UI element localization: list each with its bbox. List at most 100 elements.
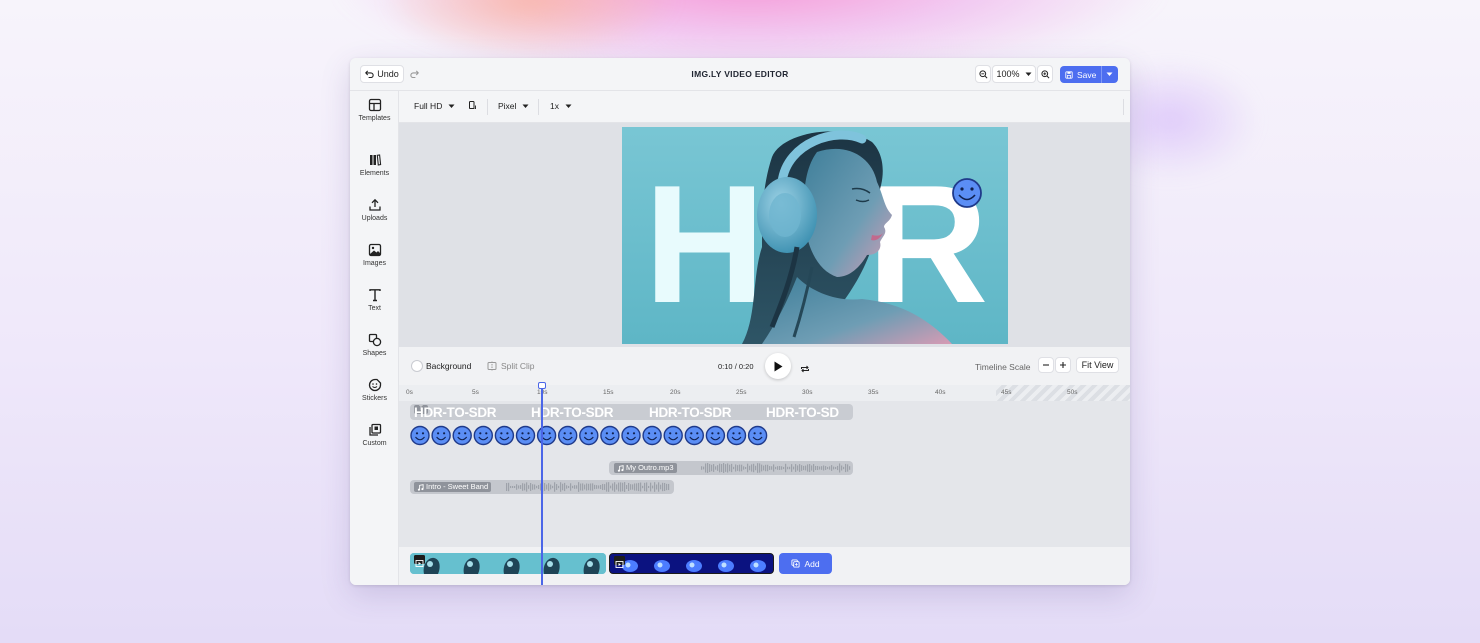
- ruler-tick: 25s: [736, 389, 747, 396]
- shapes-icon: [368, 333, 381, 347]
- sidebar-item-stickers[interactable]: Stickers: [350, 378, 399, 418]
- video-clip-hdr[interactable]: [410, 553, 606, 574]
- audio-waveform: [701, 463, 851, 473]
- add-clip-button[interactable]: Add: [779, 553, 832, 574]
- sidebar: Templates Elements Uploads Images Text S…: [350, 91, 399, 585]
- video-icon: [415, 560, 424, 567]
- zoom-out-icon: [978, 69, 987, 78]
- text-track-label: HDR-TO-SDR: [649, 405, 732, 420]
- orientation-button[interactable]: [468, 100, 478, 110]
- upload-icon: [368, 198, 381, 211]
- ruler-tick: 30s: [802, 389, 813, 396]
- sidebar-item-label: Custom: [362, 440, 387, 447]
- zoom-value: 100%: [996, 69, 1020, 79]
- sticker-track[interactable]: [410, 425, 770, 446]
- timeline-zoom-in-button[interactable]: [1055, 357, 1071, 373]
- sticker-clip: [684, 425, 704, 446]
- sidebar-item-label: Templates: [358, 115, 391, 122]
- audio-track-chip: My Outro.mp3: [614, 463, 677, 473]
- sticker-clip: [557, 425, 578, 446]
- play-icon: [774, 361, 783, 371]
- chevron-down-icon[interactable]: [1106, 72, 1113, 77]
- loop-icon: [801, 365, 809, 373]
- unit-select[interactable]: Pixel: [498, 101, 529, 111]
- video-clip-neon[interactable]: [609, 553, 774, 574]
- video-clip-badge: [614, 556, 625, 568]
- text-icon: [368, 289, 381, 302]
- sidebar-item-uploads[interactable]: Uploads: [350, 198, 399, 238]
- ruler-tick: 45s: [1001, 389, 1012, 396]
- video-editor-window: Undo IMG.LY VIDEO EDITOR 100% Save Templ…: [350, 58, 1130, 585]
- sticker-clip: [452, 425, 472, 446]
- ruler-tick: 20s: [670, 389, 681, 396]
- background-toggle[interactable]: Background: [411, 360, 471, 372]
- add-clip-icon: [791, 559, 800, 568]
- sidebar-item-templates[interactable]: Templates: [350, 98, 399, 138]
- background-color-swatch[interactable]: [411, 360, 423, 372]
- sticker-clip: [515, 425, 536, 446]
- audio-track-chip: Intro - Sweet Band: [414, 482, 492, 492]
- music-note-icon: [417, 483, 424, 491]
- audio-track[interactable]: My Outro.mp3: [609, 461, 853, 475]
- sidebar-item-label: Text: [368, 305, 381, 312]
- sidebar-item-images[interactable]: Images: [350, 243, 399, 283]
- format-select[interactable]: Full HD: [414, 101, 455, 111]
- sidebar-item-shapes[interactable]: Shapes: [350, 333, 399, 373]
- sticker-clip: [726, 425, 747, 446]
- clip-thumbnails: [610, 554, 773, 573]
- ruler-tick: 15s: [603, 389, 614, 396]
- ruler-tick: 40s: [935, 389, 946, 396]
- canvas-toolbar: Full HD Pixel 1x: [399, 91, 1130, 123]
- chevron-down-icon: [522, 104, 529, 108]
- play-button[interactable]: [765, 353, 791, 379]
- format-value: Full HD: [414, 101, 443, 111]
- scale-value: 1x: [550, 101, 559, 111]
- split-clip-button[interactable]: Split Clip: [487, 361, 535, 371]
- orientation-icon: [469, 101, 476, 109]
- sticker-clip: [621, 425, 641, 446]
- add-label: Add: [804, 558, 820, 569]
- sticker-row: [410, 425, 768, 446]
- zoom-select[interactable]: 100%: [992, 65, 1036, 83]
- sidebar-item-label: Shapes: [362, 350, 387, 357]
- playhead-handle[interactable]: [538, 382, 546, 389]
- ruler-tick: 50s: [1067, 389, 1078, 396]
- timeline-zoom-out-button[interactable]: [1038, 357, 1054, 373]
- canvas-stage: H R: [399, 123, 1130, 347]
- sticker-clip: [600, 425, 620, 446]
- sidebar-item-label: Uploads: [361, 215, 388, 222]
- save-icon: [1065, 70, 1073, 79]
- chevron-down-icon: [448, 104, 455, 108]
- minus-icon: [1043, 364, 1049, 366]
- timeline-out-of-range: [996, 385, 1130, 401]
- save-button[interactable]: Save: [1060, 66, 1118, 83]
- sticker-clip: [494, 425, 515, 446]
- sidebar-item-text[interactable]: Text: [350, 288, 399, 328]
- timeline-ruler[interactable]: 0s 5s 10s 15s 20s 25s 30s 35s 40s 45s 50…: [399, 385, 1130, 401]
- scale-select[interactable]: 1x: [550, 101, 572, 111]
- video-preview[interactable]: H R: [622, 127, 1008, 344]
- sidebar-item-custom[interactable]: Custom: [350, 423, 399, 463]
- fit-view-button[interactable]: Fit View: [1076, 357, 1119, 373]
- sidebar-item-label: Stickers: [362, 395, 387, 402]
- sticker-clip: [747, 425, 768, 446]
- ruler-tick: 35s: [868, 389, 879, 396]
- chevron-down-icon: [565, 104, 572, 108]
- split-clip-label: Split Clip: [501, 361, 535, 371]
- sidebar-item-elements[interactable]: Elements: [350, 153, 399, 193]
- zoom-in-icon: [1040, 69, 1049, 78]
- playhead-line[interactable]: [541, 383, 543, 585]
- timeline: 0s 5s 10s 15s 20s 25s 30s 35s 40s 45s 50…: [399, 385, 1130, 547]
- video-icon: [615, 561, 624, 568]
- header-bar: Undo IMG.LY VIDEO EDITOR 100% Save: [350, 58, 1130, 91]
- loop-button[interactable]: [800, 361, 810, 379]
- playback-controls: Background Split Clip 0:10 / 0:20 Timeli…: [399, 347, 1130, 385]
- toolbar-divider: [487, 99, 488, 115]
- zoom-out-button[interactable]: [975, 65, 991, 83]
- audio-track-name: Intro - Sweet Band: [426, 482, 489, 491]
- smiley-sticker: [952, 178, 982, 208]
- text-track[interactable]: T HDR-TO-SDR HDR-TO-SDR HDR-TO-SDR HDR-T…: [410, 404, 853, 420]
- chevron-down-icon: [1025, 72, 1032, 76]
- sticker-clip: [579, 425, 599, 446]
- zoom-in-button[interactable]: [1037, 65, 1053, 83]
